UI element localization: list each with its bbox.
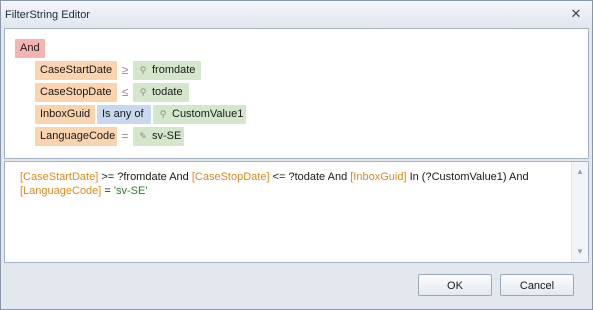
parameter-icon: ⚲	[159, 109, 167, 119]
scroll-down-icon[interactable]: ▼	[572, 245, 588, 259]
filterstring-editor-window: FilterString Editor ✕ And CaseStartDate …	[0, 0, 593, 310]
condition-field-languagecode[interactable]: LanguageCode	[35, 127, 117, 146]
condition-value-customvalue1[interactable]: ⚲ CustomValue1	[153, 105, 246, 124]
filter-tree-panel: And CaseStartDate ≥ ⚲ fromdate CaseStopDa…	[4, 28, 589, 159]
text-token: [CaseStartDate]	[20, 171, 99, 183]
pencil-icon: ✎	[139, 131, 147, 141]
condition-operator-eq[interactable]: =	[118, 127, 132, 146]
close-icon[interactable]: ✕	[568, 6, 584, 22]
text-token: [LanguageCode]	[20, 185, 102, 197]
condition-value-label: sv-SE	[152, 130, 182, 142]
window-title: FilterString Editor	[5, 9, 90, 21]
text-token: In (?CustomValue1) And	[406, 171, 529, 183]
cancel-button[interactable]: Cancel	[500, 274, 574, 296]
filter-string-text[interactable]: [CaseStartDate] >= ?fromdate And [CaseSt…	[20, 170, 565, 198]
scroll-up-icon[interactable]: ▲	[572, 165, 588, 179]
condition-value-label: CustomValue1	[172, 108, 244, 120]
condition-operator-le[interactable]: ≤	[118, 83, 132, 102]
condition-operator-ge[interactable]: ≥	[118, 61, 132, 80]
condition-field-casestartdate[interactable]: CaseStartDate	[35, 61, 117, 80]
filter-string-line-1: [CaseStartDate] >= ?fromdate And [CaseSt…	[20, 170, 565, 184]
text-token: <= ?todate And	[269, 171, 351, 183]
condition-field-inboxguid[interactable]: InboxGuid	[35, 105, 95, 124]
title-bar: FilterString Editor ✕	[1, 1, 592, 27]
group-operator-and[interactable]: And	[15, 39, 45, 58]
text-token: >= ?fromdate And	[98, 171, 192, 183]
filter-string-line-2: [LanguageCode] = 'sv-SE'	[20, 184, 565, 198]
condition-value-label: fromdate	[152, 64, 196, 76]
filter-string-textbox[interactable]: [CaseStartDate] >= ?fromdate And [CaseSt…	[4, 161, 589, 263]
text-token: 'sv-SE'	[113, 185, 148, 197]
text-token: [InboxGuid]	[350, 171, 407, 183]
condition-value-fromdate[interactable]: ⚲ fromdate	[133, 61, 201, 80]
condition-field-casestopdate[interactable]: CaseStopDate	[35, 83, 117, 102]
condition-value-todate[interactable]: ⚲ todate	[133, 83, 189, 102]
text-token: [CaseStopDate]	[191, 171, 270, 183]
parameter-icon: ⚲	[139, 65, 147, 75]
ok-button[interactable]: OK	[418, 274, 492, 296]
text-token: =	[101, 185, 114, 197]
condition-value-label: todate	[152, 86, 183, 98]
condition-operator-is-any-of[interactable]: Is any of	[97, 105, 151, 124]
condition-value-sv-se[interactable]: ✎ sv-SE	[133, 127, 184, 146]
vertical-scrollbar[interactable]: ▲ ▼	[571, 162, 588, 262]
parameter-icon: ⚲	[139, 87, 147, 97]
